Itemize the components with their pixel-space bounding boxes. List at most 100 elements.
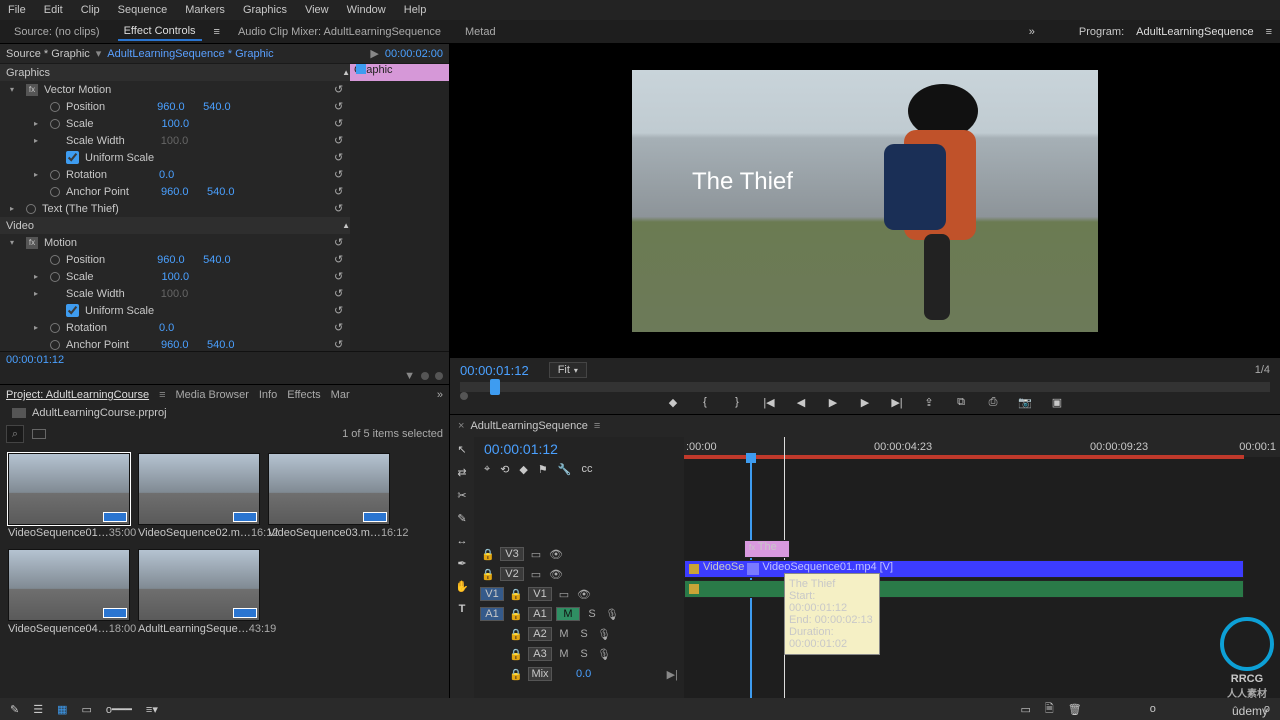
tab-source[interactable]: Source: (no clips) [8, 24, 106, 40]
trash-button[interactable]: 🗑 [1068, 703, 1082, 716]
timeline-playhead[interactable] [746, 453, 756, 463]
graphic-clip[interactable]: fx The [744, 540, 790, 558]
lock-icon[interactable]: 🔒 [508, 668, 524, 681]
type-tool[interactable]: T [459, 603, 466, 615]
reset-icon[interactable]: ↺ [334, 304, 350, 317]
solo-button[interactable]: S [576, 628, 592, 640]
track-a2[interactable]: A2 [528, 627, 552, 641]
source-a1[interactable]: A1 [480, 607, 504, 621]
program-playhead[interactable] [490, 379, 500, 395]
keyframe-toggle[interactable] [50, 340, 60, 350]
anchor-y[interactable]: 540.0 [207, 339, 247, 351]
zoom-slider[interactable]: o━━━ [106, 703, 132, 716]
rotation-value[interactable]: 0.0 [159, 322, 199, 334]
eye-icon[interactable]: 👁 [548, 568, 564, 581]
wrench-icon[interactable]: 🔧 [558, 463, 572, 476]
project-item[interactable]: VideoSequence01…35:00 [8, 453, 130, 541]
layer-visibility-toggle[interactable] [26, 204, 36, 214]
keyframe-toggle[interactable] [50, 272, 60, 282]
pencil-icon[interactable]: ✎ [10, 703, 19, 716]
lift-button[interactable]: ⇪ [920, 396, 938, 409]
step-back-button[interactable]: ◀ [792, 396, 810, 409]
go-end-icon[interactable]: ▶| [667, 668, 678, 681]
zoom-scroll-dot[interactable]: o [1150, 703, 1156, 715]
tab-project[interactable]: Project: AdultLearningCourse [6, 389, 149, 401]
track-mix[interactable]: Mix [528, 667, 552, 681]
tab-media-browser[interactable]: Media Browser [176, 389, 249, 401]
razor-tool[interactable]: ✎ [457, 512, 466, 525]
position-x[interactable]: 960.0 [157, 101, 197, 113]
source-v1[interactable]: V1 [480, 587, 504, 601]
export-frame-button[interactable]: ⎙ [984, 396, 1002, 409]
reset-icon[interactable]: ↺ [334, 168, 350, 181]
project-item[interactable]: VideoSequence02.m…16:12 [138, 453, 260, 541]
solo-button[interactable]: S [584, 608, 600, 620]
new-bin-button[interactable]: ▭ [1021, 703, 1031, 716]
resolution-fraction[interactable]: 1/4 [1255, 364, 1270, 376]
tab-effects[interactable]: Effects [287, 389, 320, 401]
hand-tool[interactable]: ✋ [455, 580, 469, 593]
linked-selection-icon[interactable]: ⟲ [500, 463, 509, 476]
in-point-button[interactable]: { [696, 396, 714, 409]
lock-icon[interactable]: 🔒 [508, 608, 524, 621]
chevron-down-icon[interactable]: ▾ [96, 47, 102, 60]
out-point-button[interactable]: } [728, 396, 746, 409]
reset-icon[interactable]: ↺ [334, 134, 350, 147]
freeform-view-icon[interactable]: ▭ [82, 703, 92, 716]
menu-file[interactable]: File [8, 4, 26, 16]
track-v3[interactable]: V3 [500, 547, 524, 561]
voice-icon[interactable]: 🎙 [604, 608, 620, 621]
reset-icon[interactable]: ↺ [334, 287, 350, 300]
eye-icon[interactable]: 👁 [576, 588, 592, 601]
play-button[interactable]: ▶ [824, 396, 842, 409]
work-area-bar[interactable] [684, 455, 1244, 459]
track-a3[interactable]: A3 [528, 647, 552, 661]
program-timecode[interactable]: 00:00:01:12 [460, 363, 529, 378]
keyframe-toggle[interactable] [50, 323, 60, 333]
timeline-timecode[interactable]: 00:00:01:12 [480, 441, 678, 463]
lock-icon[interactable]: 🔒 [508, 588, 524, 601]
vector-motion-header[interactable]: Vector Motion [44, 84, 111, 96]
timeline-ruler[interactable]: :00:00 00:00:04:23 00:00:09:23 00:00:1 [684, 437, 1280, 457]
mute-button[interactable]: M [556, 628, 572, 640]
collapse-icon[interactable]: ▲ [342, 221, 350, 230]
scale-value[interactable]: 100.0 [162, 271, 202, 283]
scroll-dot[interactable] [435, 372, 443, 380]
fx-badge-icon[interactable]: fx [26, 84, 38, 96]
marker-icon[interactable]: ◆ [519, 463, 527, 476]
audio-clip[interactable] [684, 580, 1244, 598]
reset-icon[interactable]: ↺ [334, 100, 350, 113]
menu-graphics[interactable]: Graphics [243, 4, 287, 16]
position-y[interactable]: 540.0 [203, 101, 243, 113]
caption-icon[interactable]: cc [581, 463, 592, 476]
menu-window[interactable]: Window [347, 4, 386, 16]
project-item[interactable]: VideoSequence04…18:00 [8, 549, 130, 637]
project-item[interactable]: VideoSequence03.m…16:12 [268, 453, 390, 541]
lock-icon[interactable]: 🔒 [508, 648, 524, 661]
step-forward-button[interactable]: ▶ [856, 396, 874, 409]
extract-button[interactable]: ⧉ [952, 396, 970, 409]
menu-sequence[interactable]: Sequence [118, 4, 168, 16]
reset-icon[interactable]: ↺ [334, 83, 350, 96]
sort-icon[interactable]: ≡▾ [146, 703, 158, 716]
pen-tool[interactable]: ✒ [457, 557, 466, 570]
tab-effect-controls[interactable]: Effect Controls [118, 23, 202, 41]
go-to-out-button[interactable]: ▶| [888, 396, 906, 409]
targeting-icon[interactable]: ▭ [556, 588, 572, 601]
scroll-dot[interactable] [421, 372, 429, 380]
reset-icon[interactable]: ↺ [334, 202, 350, 215]
tab-markers[interactable]: Mar [331, 389, 350, 401]
collapse-icon[interactable]: ▲ [342, 68, 350, 77]
uniform-scale-checkbox[interactable] [66, 304, 79, 317]
anchor-x[interactable]: 960.0 [161, 339, 201, 351]
solo-button[interactable]: S [576, 648, 592, 660]
project-item[interactable]: AdultLearningSeque…43:19 [138, 549, 260, 637]
menu-help[interactable]: Help [404, 4, 427, 16]
tab-menu-icon[interactable]: ≡ [214, 26, 220, 38]
track-v2[interactable]: V2 [500, 567, 524, 581]
track-select-tool[interactable]: ⇄ [457, 466, 466, 479]
tab-info[interactable]: Info [259, 389, 277, 401]
voice-icon[interactable]: 🎙 [596, 628, 612, 641]
search-input[interactable] [6, 425, 24, 443]
mute-button[interactable]: M [556, 648, 572, 660]
